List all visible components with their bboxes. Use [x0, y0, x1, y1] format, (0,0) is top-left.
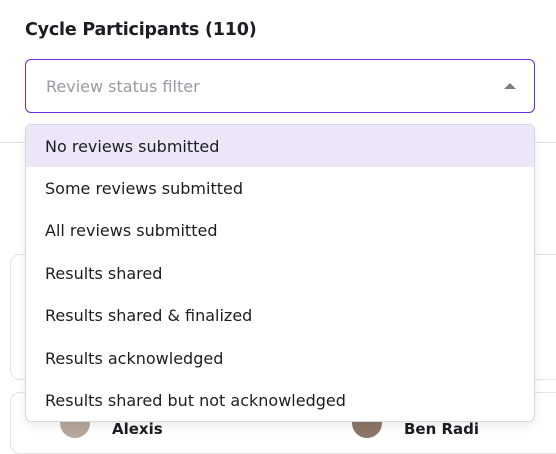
select-placeholder: Review status filter: [46, 77, 200, 96]
panel-title: Cycle Participants (110): [25, 20, 257, 40]
option-results-acknowledged[interactable]: Results acknowledged: [26, 337, 534, 379]
filter-dropdown-menu: No reviews submitted Some reviews submit…: [25, 124, 535, 422]
option-results-shared-not-acknowledged[interactable]: Results shared but not acknowledged: [26, 379, 534, 421]
option-results-shared-finalized[interactable]: Results shared & finalized: [26, 295, 534, 337]
option-all-reviews-submitted[interactable]: All reviews submitted: [26, 210, 534, 252]
caret-up-icon: [504, 83, 516, 89]
option-no-reviews-submitted[interactable]: No reviews submitted: [26, 125, 534, 168]
participant-name: Ben Radi: [404, 420, 480, 438]
option-some-reviews-submitted[interactable]: Some reviews submitted: [26, 167, 534, 209]
review-status-filter-select[interactable]: Review status filter: [25, 59, 535, 113]
option-results-shared[interactable]: Results shared: [26, 252, 534, 294]
participant-name: Alexis: [112, 420, 163, 438]
